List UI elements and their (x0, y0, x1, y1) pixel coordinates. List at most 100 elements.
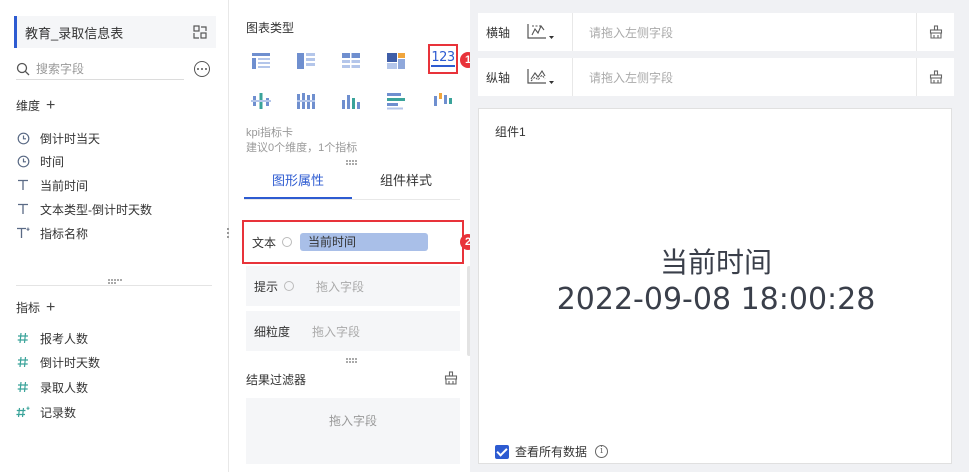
add-dimension-icon[interactable]: + (46, 97, 55, 113)
section-resize-handle[interactable] (346, 358, 358, 363)
dimension-item-label: 文本类型-倒计时天数 (40, 202, 152, 217)
dimension-item-label: 倒计时当天 (40, 131, 101, 146)
property-tabs: 图形属性 组件样式 (244, 166, 460, 200)
component-canvas[interactable]: 组件1 当前时间 2022-09-08 18:00:28 查看所有数据 i (478, 108, 952, 464)
view-all-checkbox[interactable] (495, 444, 509, 459)
measure-label: 指标 (16, 301, 41, 315)
settings-icon[interactable] (282, 237, 292, 247)
tip-field-label: 提示 (254, 279, 279, 294)
hash-icon (16, 380, 30, 394)
granularity-field-placeholder: 拖入字段 (312, 324, 361, 339)
kpi-title: 当前时间 (659, 246, 772, 279)
treemap-icon (387, 53, 405, 69)
panel-resize-handle[interactable] (108, 279, 122, 284)
granularity-field-row[interactable]: 细粒度 拖入字段 (246, 311, 460, 351)
result-filter-placeholder: 拖入字段 (328, 414, 377, 428)
x-axis-clear-icon[interactable] (916, 13, 954, 51)
clear-broom-icon[interactable] (444, 371, 458, 385)
granularity-field-label: 细粒度 (254, 324, 291, 339)
component-title[interactable]: 组件1 (495, 123, 526, 140)
x-axis-sort-icon[interactable] (526, 21, 558, 43)
field-panel: 教育_录取信息表 搜索字段 维度 + 倒计时当天 时间 当前时间 文本类型-倒计… (0, 0, 229, 472)
measure-item[interactable]: 录取人数 (16, 377, 88, 397)
dimension-item[interactable]: 当前时间 (16, 175, 88, 195)
view-all-data-toggle[interactable]: 查看所有数据 i (495, 443, 609, 460)
chart-type-name: kpi指标卡 (246, 127, 294, 139)
text-type-icon (16, 178, 30, 192)
result-filter-dropzone[interactable]: 拖入字段 (246, 398, 460, 464)
hash-icon (16, 331, 30, 345)
y-axis-dropzone[interactable]: 请拖入左侧字段 (589, 69, 916, 86)
text-type-icon (16, 202, 30, 216)
section-divider (16, 285, 212, 286)
text-field-chip[interactable]: 当前时间 (300, 233, 428, 251)
tab-shape-properties[interactable]: 图形属性 (244, 166, 352, 199)
x-axis-dropzone[interactable]: 请拖入左侧字段 (589, 24, 916, 41)
bar-chart-icon (387, 93, 405, 110)
column-chart-icon (342, 95, 360, 109)
chart-workspace: 横轴 请拖入左侧字段 纵轴 请拖入左侧字段 组件1 当前时间 2022-09-0… (470, 0, 969, 472)
measure-item[interactable]: 报考人数 (16, 328, 88, 348)
measure-item-label: 记录数 (40, 405, 77, 420)
search-placeholder: 搜索字段 (36, 62, 85, 76)
dimension-item[interactable]: 指标名称 (16, 223, 88, 243)
datasource-name: 教育_录取信息表 (25, 25, 124, 41)
search-icon (16, 62, 30, 75)
dimension-item[interactable]: 倒计时当天 (16, 128, 100, 148)
dimension-item-label: 当前时间 (40, 178, 89, 193)
field-search-input[interactable]: 搜索字段 (16, 58, 184, 80)
axis-separator (572, 13, 573, 51)
tip-field-placeholder: 拖入字段 (316, 279, 365, 294)
kpi-card-icon: 123 (431, 50, 455, 67)
dimension-item[interactable]: 时间 (16, 151, 64, 171)
hash-star-icon (16, 405, 30, 419)
measure-item-label: 倒计时天数 (40, 355, 101, 370)
waterfall-chart-icon (434, 93, 452, 106)
detail-table-icon (252, 53, 270, 69)
chart-type-waterfall[interactable] (432, 90, 454, 112)
section-resize-handle[interactable] (346, 160, 358, 165)
chart-type-treemap[interactable] (385, 50, 407, 72)
chart-config-panel: 图表类型 123 1 kpi指标卡 建议0个维度，1个指标 图形属性 组件样式 … (230, 0, 476, 472)
view-all-label: 查看所有数据 (515, 445, 588, 459)
stacked-column-icon (297, 93, 315, 109)
y-axis-row: 纵轴 请拖入左侧字段 (478, 58, 954, 96)
y-axis-label: 纵轴 (486, 70, 511, 85)
chart-type-bar[interactable] (385, 90, 407, 112)
measure-item[interactable]: 记录数 (16, 402, 76, 422)
dimension-item-label: 时间 (40, 154, 65, 169)
chart-type-title: 图表类型 (246, 21, 295, 35)
more-options-icon[interactable] (194, 61, 210, 77)
grouped-table-icon (297, 53, 315, 69)
clock-icon (16, 154, 30, 168)
chart-type-kpi-card[interactable]: 123 (428, 44, 458, 74)
y-axis-clear-icon[interactable] (916, 58, 954, 96)
range-bar-icon (251, 93, 271, 109)
result-filter-title: 结果过滤器 (246, 373, 307, 387)
chart-type-grouped-table[interactable] (295, 50, 317, 72)
chart-type-column[interactable] (340, 90, 362, 112)
chart-type-table[interactable] (250, 50, 272, 72)
chart-type-hint: 建议0个维度，1个指标 (246, 142, 358, 154)
info-icon[interactable]: i (595, 445, 609, 458)
dimension-label: 维度 (16, 99, 41, 113)
text-type-star-icon (16, 226, 30, 240)
measure-section-header: 指标 + (16, 299, 55, 316)
tip-field-row[interactable]: 提示 拖入字段 (246, 266, 460, 306)
measure-item[interactable]: 倒计时天数 (16, 352, 100, 372)
chart-type-cross-table[interactable] (340, 50, 362, 72)
axis-separator (572, 58, 573, 96)
chart-type-stacked-bar[interactable] (295, 90, 317, 112)
chart-type-scatter-bar[interactable] (250, 90, 272, 112)
settings-icon[interactable] (284, 281, 294, 291)
dimension-section-header: 维度 + (16, 97, 55, 114)
kpi-value: 2022-09-08 18:00:28 (556, 282, 876, 317)
dimension-item[interactable]: 文本类型-倒计时天数 (16, 199, 152, 219)
switch-datasource-icon[interactable] (192, 24, 208, 40)
dimension-item-label: 指标名称 (40, 226, 89, 241)
add-measure-icon[interactable]: + (46, 299, 55, 315)
text-field-row[interactable]: 文本 当前时间 (242, 220, 464, 264)
datasource-selector[interactable]: 教育_录取信息表 (14, 16, 216, 48)
tab-component-style[interactable]: 组件样式 (352, 166, 460, 199)
y-axis-sort-icon[interactable] (526, 66, 558, 88)
